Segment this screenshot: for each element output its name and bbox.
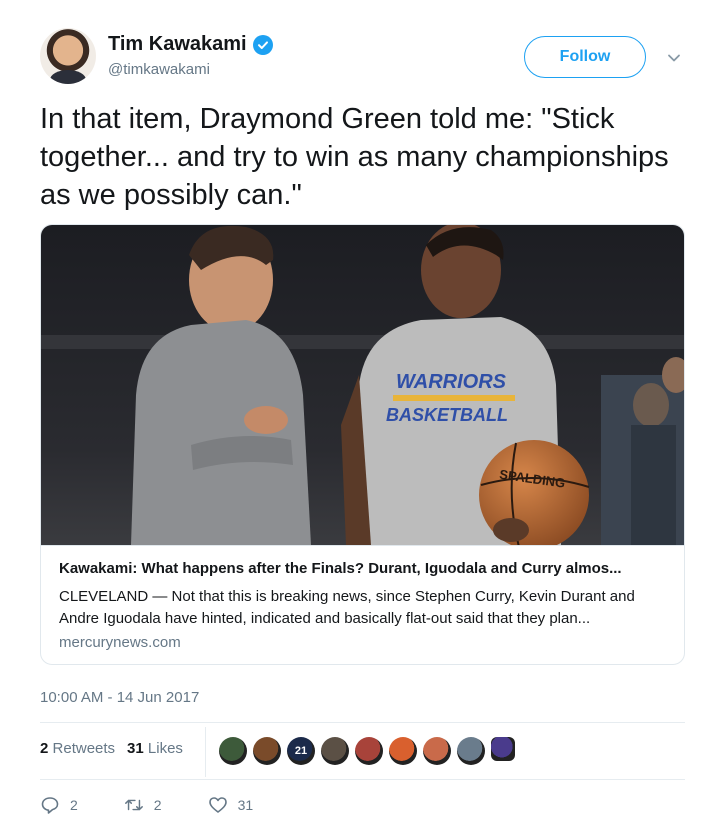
liker-avatar[interactable] — [321, 737, 349, 765]
author-avatar[interactable] — [40, 28, 96, 84]
like-count: 31 — [237, 797, 254, 813]
likes-count: 31 — [127, 740, 144, 757]
verified-badge-icon — [252, 34, 273, 55]
like-button[interactable]: 31 — [208, 795, 254, 815]
divider-bottom — [40, 779, 685, 780]
likes-label: Likes — [147, 740, 183, 757]
heart-icon — [208, 797, 227, 813]
tweet-timestamp[interactable]: 10:00 AM - 14 Jun 2017 — [40, 689, 199, 706]
liker-avatar[interactable] — [253, 737, 281, 765]
link-card[interactable]: WARRIORS BASKETBALL SPALDING Kawakami: W… — [40, 224, 685, 665]
author-handle[interactable]: @timkawakami — [108, 61, 210, 78]
stats-separator — [205, 727, 206, 777]
chevron-down-icon[interactable] — [666, 50, 682, 66]
tweet-stats: 2 Retweets 31 Likes — [40, 740, 183, 757]
retweet-button[interactable]: 2 — [124, 795, 162, 815]
reply-count: 2 — [70, 797, 78, 813]
shirt-text-line2: BASKETBALL — [386, 405, 508, 425]
liker-avatar[interactable] — [355, 737, 383, 765]
tweet-actions: 2 2 31 — [40, 795, 299, 815]
liker-avatar[interactable] — [491, 737, 515, 761]
shirt-text-line1: WARRIORS — [396, 371, 507, 393]
card-body: Kawakami: What happens after the Finals?… — [41, 545, 684, 664]
card-title[interactable]: Kawakami: What happens after the Finals?… — [59, 560, 674, 577]
liker-avatar[interactable]: 21 — [287, 737, 315, 765]
divider-top — [40, 722, 685, 723]
liker-avatars: 21 — [219, 737, 515, 765]
follow-button[interactable]: Follow — [524, 36, 646, 78]
retweet-count: 2 — [153, 797, 162, 813]
retweets-stat[interactable]: 2 Retweets — [40, 740, 115, 757]
tweet-header: Tim Kawakami @timkawakami Follow — [0, 0, 720, 100]
liker-avatar[interactable] — [219, 737, 247, 765]
tweet-text: In that item, Draymond Green told me: "S… — [40, 103, 669, 211]
author-name-row: Tim Kawakami — [108, 33, 273, 56]
retweets-count: 2 — [40, 740, 49, 757]
author-name[interactable]: Tim Kawakami — [108, 33, 247, 56]
card-domain: mercurynews.com — [59, 634, 181, 651]
retweets-label: Retweets — [52, 740, 116, 757]
card-image: WARRIORS BASKETBALL SPALDING — [41, 225, 684, 545]
reply-icon — [41, 797, 59, 814]
liker-avatar[interactable] — [389, 737, 417, 765]
card-description: CLEVELAND — Not that this is breaking ne… — [59, 588, 635, 627]
reply-button[interactable]: 2 — [40, 795, 78, 815]
liker-avatar[interactable] — [423, 737, 451, 765]
liker-avatar[interactable] — [457, 737, 485, 765]
likes-stat[interactable]: 31 Likes — [127, 740, 183, 757]
retweet-icon — [124, 799, 143, 811]
